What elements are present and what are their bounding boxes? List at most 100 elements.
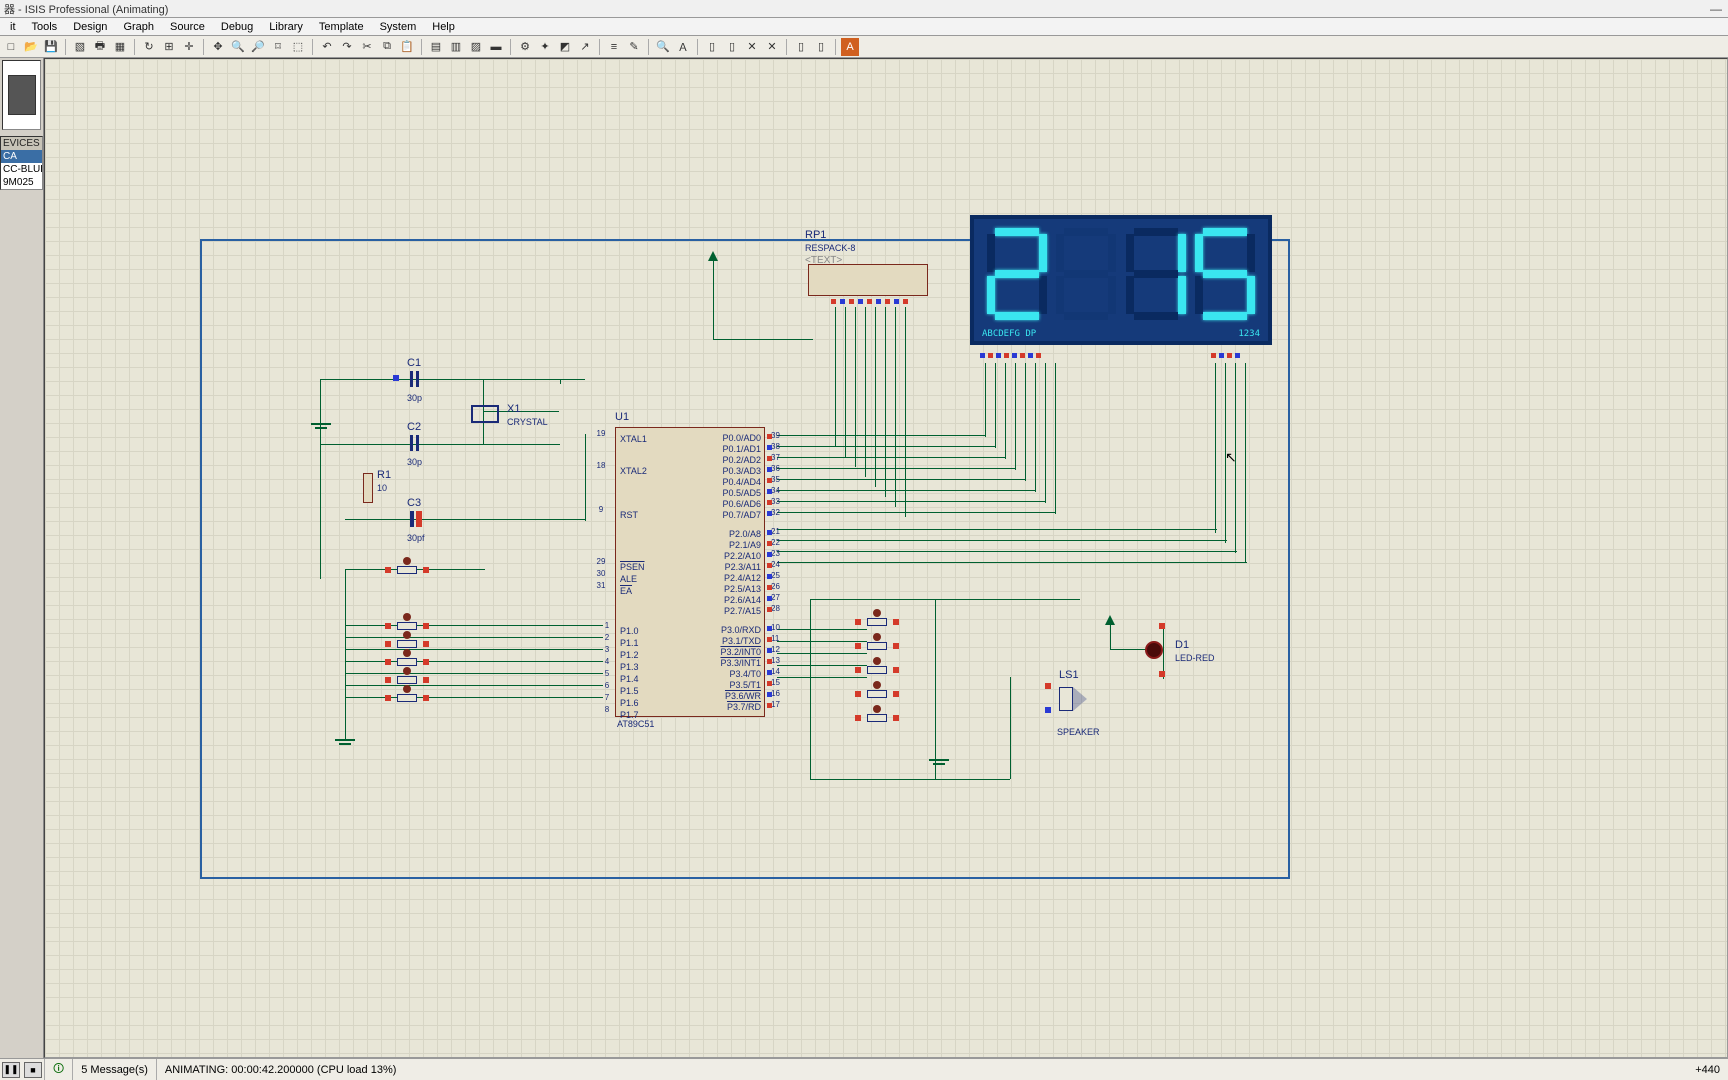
tool-bom2-icon[interactable]: ▯ [812, 38, 830, 56]
pinnum: 10 [771, 623, 780, 632]
wire [935, 599, 936, 779]
separator [835, 39, 836, 55]
wire [835, 307, 836, 447]
tool-cut-icon[interactable]: ✂ [358, 38, 376, 56]
tool-origin-icon[interactable]: ✛ [180, 38, 198, 56]
sevenseg-seg-pin-dots [980, 353, 1041, 358]
schematic-canvas[interactable]: RP1 RESPACK-8 <TEXT> [44, 58, 1728, 1058]
pushbutton-p3-3[interactable] [855, 687, 899, 701]
tool-ares-icon[interactable]: A [841, 38, 859, 56]
tool-report1-icon[interactable]: ▯ [703, 38, 721, 56]
pushbutton-p3-0[interactable] [855, 615, 899, 629]
menu-system[interactable]: System [374, 21, 423, 33]
tool-blockcopy-icon[interactable]: ▤ [427, 38, 445, 56]
status-animating: ANIMATING: 00:00:42.200000 (CPU load 13%… [156, 1059, 1695, 1080]
pushbutton-p3-2[interactable] [855, 663, 899, 677]
tool-copy-icon[interactable]: ⧉ [378, 38, 396, 56]
capacitor-c1[interactable] [410, 371, 419, 387]
menu-library[interactable]: Library [263, 21, 309, 33]
sevenseg-display[interactable]: ABCDEFG DP 1234 [970, 215, 1272, 345]
capacitor-c2[interactable] [410, 435, 419, 451]
pushbutton-p3-4[interactable] [855, 711, 899, 725]
sim-stop-button[interactable]: ■ [24, 1062, 42, 1078]
mcu-pin-p21a9: P2.1/A9 [665, 540, 761, 550]
pushbutton-p1-4[interactable] [385, 691, 429, 705]
menu-template[interactable]: Template [313, 21, 370, 33]
vcc-terminal-icon [1105, 615, 1115, 625]
speaker-ls1[interactable] [1059, 687, 1073, 711]
tool-redo-icon[interactable]: ↷ [338, 38, 356, 56]
sim-pause-button[interactable]: ❚❚ [2, 1062, 20, 1078]
tool-zoom-all-icon[interactable]: ⌑ [269, 38, 287, 56]
wire [713, 259, 714, 339]
status-messages[interactable]: 5 Message(s) [72, 1059, 156, 1080]
tool-make-icon[interactable]: ✦ [536, 38, 554, 56]
pinnum: 21 [771, 527, 780, 536]
device-item-0[interactable]: CA [1, 150, 42, 163]
tool-search2-icon[interactable]: Ａ [674, 38, 692, 56]
tool-zoom-area-icon[interactable]: ⬚ [289, 38, 307, 56]
menu-edit[interactable]: it [4, 21, 22, 33]
resistor-r1[interactable] [363, 473, 373, 503]
digit-2 [1056, 228, 1116, 320]
tool-refresh-icon[interactable]: ↻ [140, 38, 158, 56]
wire [995, 363, 996, 448]
tool-pick-icon[interactable]: ⚙ [516, 38, 534, 56]
pinnum: 28 [771, 604, 780, 613]
tool-paste-icon[interactable]: 📋 [398, 38, 416, 56]
tool-wire-al-icon[interactable]: ≡ [605, 38, 623, 56]
mcu-pin-p35t1: P3.5/T1 [665, 680, 761, 690]
menu-source[interactable]: Source [164, 21, 211, 33]
menu-tools[interactable]: Tools [26, 21, 64, 33]
device-item-1[interactable]: CC-BLUE [1, 163, 42, 176]
menu-debug[interactable]: Debug [215, 21, 259, 33]
tool-zoom-in-icon[interactable]: 🔍 [229, 38, 247, 56]
schematic-grid: RP1 RESPACK-8 <TEXT> [45, 59, 1727, 1057]
mcu-pin-p00ad0: P0.0/AD0 [665, 433, 761, 443]
tool-mark-icon[interactable]: ▦ [111, 38, 129, 56]
tool-bom1-icon[interactable]: ▯ [792, 38, 810, 56]
tool-blockdel-icon[interactable]: ▬ [487, 38, 505, 56]
menu-help[interactable]: Help [426, 21, 461, 33]
tool-pkg-icon[interactable]: ◩ [556, 38, 574, 56]
capacitor-c3[interactable] [410, 511, 422, 527]
menu-design[interactable]: Design [67, 21, 113, 33]
wire [810, 599, 1080, 600]
pushbutton-p3-1[interactable] [855, 639, 899, 653]
tool-new-icon[interactable]: □ [2, 38, 20, 56]
tool-search-icon[interactable]: 🔍 [654, 38, 672, 56]
pin-dot [1159, 623, 1165, 629]
overview-window[interactable] [2, 60, 41, 130]
tool-report2-icon[interactable]: ▯ [723, 38, 741, 56]
tool-decomp-icon[interactable]: ↗ [576, 38, 594, 56]
tool-undo-icon[interactable]: ↶ [318, 38, 336, 56]
pin-state-dot [767, 511, 772, 516]
device-item-2[interactable]: 9M025 [1, 176, 42, 189]
tool-open-icon[interactable]: 📂 [22, 38, 40, 56]
tool-report4-icon[interactable]: ✕ [763, 38, 781, 56]
tool-zoom-out-icon[interactable]: 🔎 [249, 38, 267, 56]
wire [777, 501, 897, 502]
status-info-icon[interactable]: 🛈 [44, 1059, 72, 1080]
led-d1[interactable] [1145, 641, 1163, 659]
pinnum: 39 [771, 431, 780, 440]
r1-val: 10 [377, 483, 387, 493]
wire [345, 625, 603, 626]
tool-prop-icon[interactable]: ✎ [625, 38, 643, 56]
respack-body[interactable] [808, 264, 928, 296]
minimize-button[interactable]: — [1710, 2, 1722, 16]
tool-save-icon[interactable]: 💾 [42, 38, 60, 56]
wire [1215, 363, 1216, 533]
tool-print-icon[interactable]: 🖶 [91, 38, 109, 56]
pin-state-dot [767, 530, 772, 535]
pushbutton-reset[interactable] [385, 563, 429, 577]
tool-pan-icon[interactable]: ✥ [209, 38, 227, 56]
tool-blockmove-icon[interactable]: ▥ [447, 38, 465, 56]
devices-list[interactable]: CA CC-BLUE 9M025 [1, 150, 42, 189]
tool-blockrot-icon[interactable]: ▨ [467, 38, 485, 56]
crystal-x1[interactable] [471, 405, 499, 423]
tool-grid-icon[interactable]: ⊞ [160, 38, 178, 56]
tool-report3-icon[interactable]: ✕ [743, 38, 761, 56]
tool-print-area-icon[interactable]: ▧ [71, 38, 89, 56]
menu-graph[interactable]: Graph [117, 21, 160, 33]
